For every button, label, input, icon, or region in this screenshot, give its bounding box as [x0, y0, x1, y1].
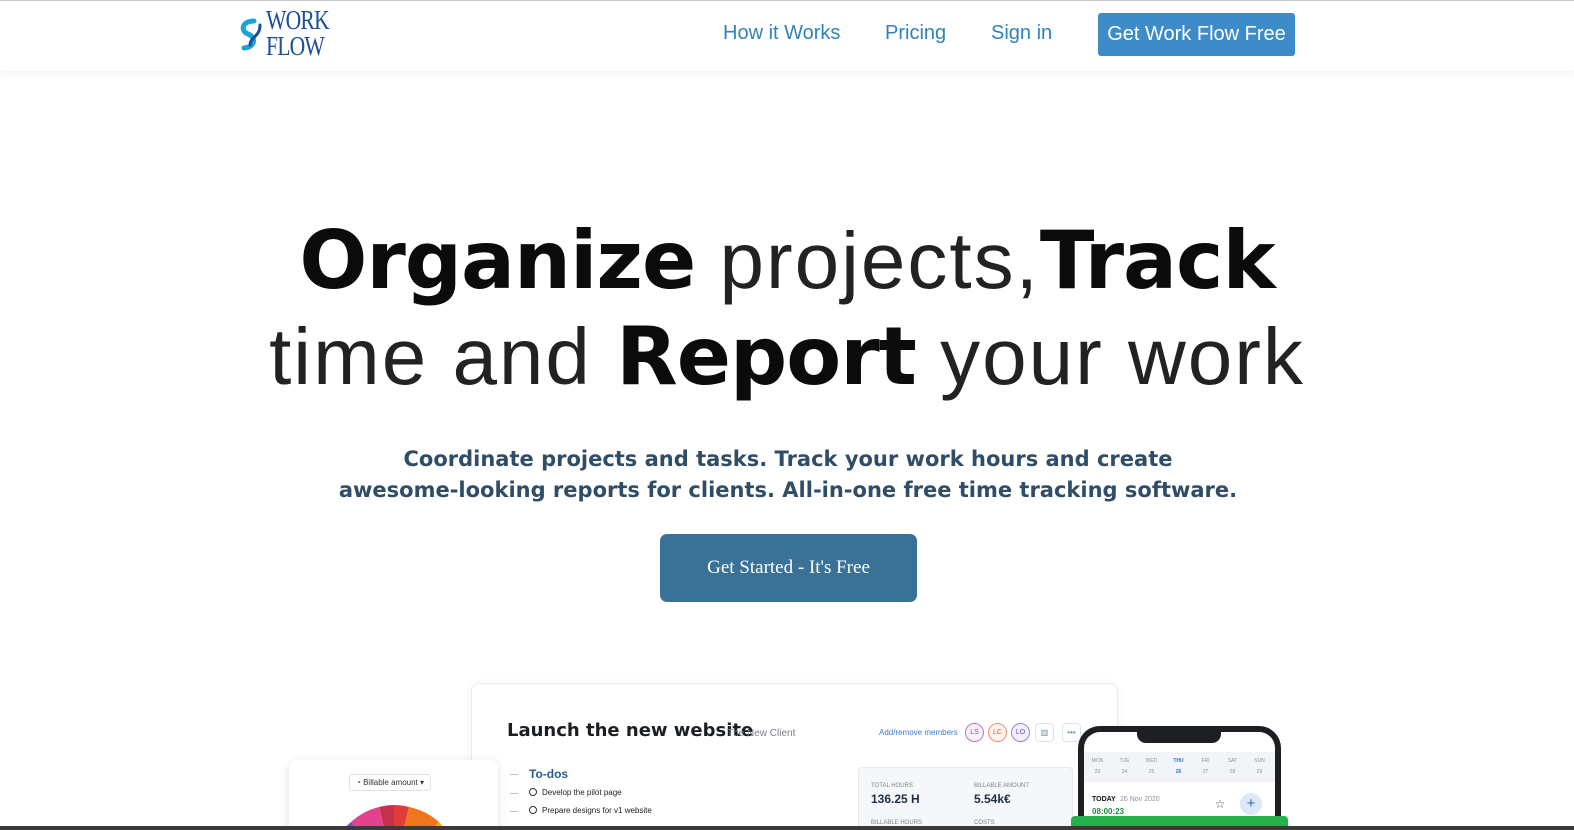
nav-link-pricing[interactable]: Pricing: [885, 22, 946, 45]
project-stats-panel: TOTAL HOURS 136.25 H BILLABLE AMOUNT 5.5…: [858, 767, 1073, 830]
weekday-label: SUN: [1254, 758, 1265, 764]
divider: [510, 811, 518, 812]
hero-subtitle-line1: Coordinate projects and tasks. Track you…: [403, 447, 1173, 471]
day-number[interactable]: 25: [1138, 769, 1165, 775]
hero-subtitle-line2: awesome-looking reports for clients. All…: [338, 478, 1238, 502]
day-number[interactable]: 24: [1111, 769, 1138, 775]
timer-value: 08:00:23: [1092, 807, 1125, 816]
avatar[interactable]: LO: [1011, 723, 1030, 742]
todo-label: Prepare designs for v1 website: [542, 806, 652, 815]
avatar[interactable]: LS: [965, 723, 984, 742]
check-icon[interactable]: [529, 806, 537, 814]
hero-heading-line2: time and Report your work: [0, 310, 1574, 403]
day-number[interactable]: 28: [1219, 769, 1246, 775]
total-hours-value: 136.25 H: [871, 792, 920, 806]
avatar[interactable]: LC: [988, 723, 1007, 742]
get-started-button[interactable]: Get Started - It's Free: [660, 534, 917, 602]
logo-mark-icon: [240, 18, 262, 51]
logo-line1: WORK: [266, 5, 330, 35]
today-label: TODAY: [1092, 796, 1116, 803]
logo-line2: FLOW: [266, 31, 325, 61]
hero-words-time-and: time and: [269, 312, 617, 401]
chevron-down-icon: ▾: [420, 778, 425, 787]
day-number[interactable]: 27: [1192, 769, 1219, 775]
weekday-label: MON: [1091, 758, 1104, 764]
today-date: 26 Nov 2020: [1120, 796, 1160, 803]
nav-link-how-it-works[interactable]: How it Works: [723, 22, 840, 45]
hero-heading-line1: Organize projects,Track: [0, 214, 1574, 307]
phone-notch: [1137, 732, 1221, 743]
hero-word-projects: projects,: [695, 216, 1040, 305]
day-number[interactable]: 26: [1165, 769, 1192, 775]
week-strip: MON TUE WED THU FRI SAT SUN 23 24 25 26 …: [1084, 752, 1275, 782]
weekday-label: THU: [1173, 758, 1184, 764]
add-remove-members-link[interactable]: Add/remove members: [879, 728, 958, 737]
divider: [510, 793, 518, 794]
check-icon[interactable]: [529, 788, 537, 796]
billable-amount-dropdown[interactable]: ◔ Billable amount ▾: [349, 774, 432, 791]
hero-word-organize: Organize: [299, 214, 696, 307]
chart-icon[interactable]: ▥: [1035, 723, 1054, 742]
weekday-label: WED: [1145, 758, 1158, 764]
more-icon[interactable]: •••: [1062, 723, 1081, 742]
app-preview-card: Launch the new website The New Client Ad…: [471, 683, 1118, 830]
hero-subtitle: Coordinate projects and tasks. Track you…: [300, 444, 1276, 506]
todos-heading: To-dos: [529, 767, 569, 781]
logo[interactable]: WORK FLOW: [236, 5, 336, 65]
day-number[interactable]: 23: [1084, 769, 1111, 775]
todo-label: Develop the pilot page: [542, 788, 622, 797]
get-work-flow-free-button[interactable]: Get Work Flow Free: [1098, 13, 1295, 56]
star-icon[interactable]: ☆: [1210, 794, 1230, 814]
phone-mockup: MON TUE WED THU FRI SAT SUN 23 24 25 26 …: [1078, 726, 1281, 830]
list-item[interactable]: Develop the pilot page: [529, 788, 622, 797]
logo-text: WORK FLOW: [266, 5, 330, 61]
billable-chart-card: ◔ Billable amount ▾: [289, 760, 498, 830]
hero-word-report: Report: [616, 310, 917, 403]
window-bottom-edge: [0, 826, 1574, 830]
day-number[interactable]: 29: [1246, 769, 1273, 775]
total-hours-label: TOTAL HOURS: [871, 783, 913, 789]
billable-amount-value: 5.54k€: [974, 792, 1011, 806]
billable-amount-dropdown-label: Billable amount: [363, 778, 418, 787]
weekday-label: TUE: [1119, 758, 1130, 764]
billable-amount-label: BILLABLE AMOUNT: [974, 783, 1030, 789]
hero-words-your-work: your work: [915, 312, 1305, 401]
list-item[interactable]: Prepare designs for v1 website: [529, 806, 652, 815]
add-entry-button[interactable]: +: [1240, 793, 1262, 815]
hero-word-track: Track: [1039, 214, 1276, 307]
weekday-label: FRI: [1201, 758, 1210, 764]
pie-chart-icon: ◔: [356, 778, 361, 787]
client-name: The New Client: [727, 728, 796, 739]
nav-link-sign-in[interactable]: Sign in: [991, 22, 1052, 45]
weekday-label: SAT: [1227, 758, 1238, 764]
top-nav: WORK FLOW How it Works Pricing Sign in G…: [0, 0, 1574, 71]
divider: [510, 774, 518, 775]
project-title: Launch the new website: [507, 720, 754, 741]
